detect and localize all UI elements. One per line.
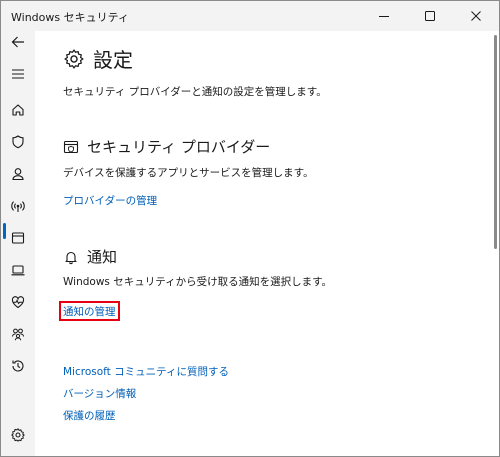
minimize-button[interactable]	[361, 1, 407, 31]
back-button[interactable]	[5, 29, 31, 55]
wireless-icon	[11, 201, 25, 212]
sidebar-item-firewall-network[interactable]	[5, 193, 31, 219]
maximize-icon	[425, 11, 435, 21]
home-icon	[12, 104, 24, 116]
person-icon	[12, 168, 24, 181]
sidebar-item-settings[interactable]	[5, 422, 31, 448]
close-button[interactable]	[453, 1, 499, 31]
manage-providers-link[interactable]: プロバイダーの管理	[63, 193, 157, 208]
scrollbar[interactable]	[494, 35, 497, 249]
settings-icon	[11, 428, 25, 442]
provider-window-icon	[63, 140, 79, 153]
health-icon	[11, 296, 25, 309]
notifications-heading: 通知	[87, 248, 118, 266]
close-icon	[471, 11, 481, 21]
app-browser-icon	[11, 232, 25, 244]
sidebar-item-account-protection[interactable]	[5, 161, 31, 187]
app-window: Windows セキュリティ 設定 セキュリティ プロバイダーと通知の設定を管理…	[0, 0, 500, 457]
sidebar	[1, 31, 35, 456]
sidebar-item-app-browser-control[interactable]	[5, 225, 31, 251]
notifications-header: 通知	[63, 246, 117, 267]
menu-button[interactable]	[5, 61, 31, 87]
minimize-icon	[379, 16, 389, 17]
sidebar-item-home[interactable]	[5, 97, 31, 123]
page-description: セキュリティ プロバイダーと通知の設定を管理します。	[63, 86, 327, 98]
community-question-link[interactable]: Microsoft コミュニティに質問する	[63, 364, 229, 379]
sidebar-item-virus-protection[interactable]	[5, 129, 31, 155]
protection-history-link[interactable]: 保護の履歴	[63, 408, 116, 423]
sidebar-item-device-security[interactable]	[5, 257, 31, 283]
page-header: 設定	[63, 44, 133, 73]
sidebar-item-device-performance[interactable]	[5, 289, 31, 315]
history-icon	[12, 360, 24, 372]
back-arrow-icon	[11, 36, 24, 48]
page-title: 設定	[93, 48, 133, 72]
version-info-link[interactable]: バージョン情報	[63, 386, 136, 401]
window-title: Windows セキュリティ	[11, 11, 129, 24]
notifications-description: Windows セキュリティから受け取る通知を選択します。	[63, 276, 333, 288]
laptop-icon	[11, 265, 25, 276]
title-bar: Windows セキュリティ	[1, 1, 499, 31]
family-icon	[12, 328, 24, 341]
security-provider-description: デバイスを保護するアプリとサービスを管理します。	[63, 167, 314, 179]
security-provider-heading: セキュリティ プロバイダー	[87, 138, 271, 156]
menu-icon	[12, 69, 24, 79]
sidebar-item-family-options[interactable]	[5, 321, 31, 347]
security-provider-header: セキュリティ プロバイダー	[63, 136, 270, 157]
manage-notifications-link[interactable]: 通知の管理	[63, 304, 116, 319]
shield-icon	[12, 135, 24, 149]
sidebar-item-protection-history[interactable]	[5, 353, 31, 379]
settings-gear-icon	[64, 48, 84, 69]
bell-icon	[65, 251, 77, 264]
maximize-button[interactable]	[407, 1, 453, 31]
